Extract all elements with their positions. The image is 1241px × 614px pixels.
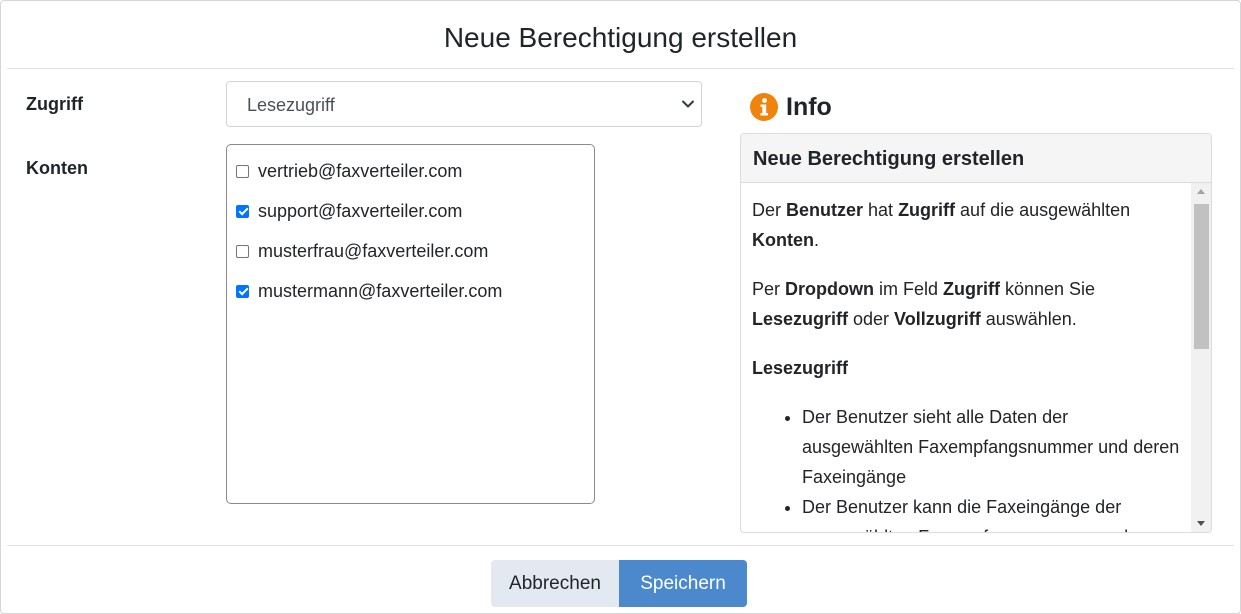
account-item[interactable]: musterfrau@faxverteiler.com xyxy=(236,239,488,263)
account-email: vertrieb@faxverteiler.com xyxy=(258,160,463,181)
konten-label: Konten xyxy=(26,158,88,178)
scroll-up-arrow-icon[interactable] xyxy=(1197,189,1205,194)
account-item[interactable]: vertrieb@faxverteiler.com xyxy=(236,159,462,183)
info-content: Der Benutzer hat Zugriff auf die ausgewä… xyxy=(752,195,1182,532)
zugriff-select-value: Lesezugriff xyxy=(247,95,335,115)
info-card-body[interactable]: Der Benutzer hat Zugriff auf die ausgewä… xyxy=(741,183,1191,532)
info-card: Neue Berechtigung erstellen Der Benutzer… xyxy=(740,133,1212,533)
info-card-title: Neue Berechtigung erstellen xyxy=(753,148,1025,170)
save-button[interactable]: Speichern xyxy=(619,560,747,607)
info-bullet-list: Der Benutzer sieht alle Daten der ausgew… xyxy=(752,402,1182,532)
konten-list[interactable]: vertrieb@faxverteiler.com support@faxver… xyxy=(226,144,595,504)
info-paragraph-2: Per Dropdown im Feld Zugriff können Sie … xyxy=(752,279,1096,329)
account-checkbox[interactable] xyxy=(236,284,249,298)
list-item: Der Benutzer kann die Faxeingänge der au… xyxy=(802,492,1182,532)
account-item[interactable]: mustermann@faxverteiler.com xyxy=(236,279,502,303)
list-item: Der Benutzer sieht alle Daten der ausgew… xyxy=(802,402,1182,492)
info-heading: Info xyxy=(750,91,832,123)
info-section-title: Lesezugriff xyxy=(752,358,849,378)
zugriff-select[interactable]: Lesezugriff xyxy=(226,81,702,127)
cancel-button[interactable]: Abbrechen xyxy=(491,560,619,607)
dialog-title: Neue Berechtigung erstellen xyxy=(443,22,798,53)
scrollbar-thumb[interactable] xyxy=(1194,204,1209,349)
info-icon xyxy=(750,93,778,121)
account-checkbox[interactable] xyxy=(236,244,249,258)
info-scrollbar[interactable] xyxy=(1191,183,1211,532)
chevron-down-icon xyxy=(682,100,694,108)
permission-dialog: Neue Berechtigung erstellen Zugriff Lese… xyxy=(0,0,1241,614)
account-checkbox[interactable] xyxy=(236,164,249,178)
zugriff-label: Zugriff xyxy=(26,94,83,114)
account-email: mustermann@faxverteiler.com xyxy=(258,280,503,301)
account-checkbox[interactable] xyxy=(236,204,249,218)
info-card-header: Neue Berechtigung erstellen xyxy=(741,134,1211,183)
info-title: Info xyxy=(786,92,832,121)
account-email: support@faxverteiler.com xyxy=(258,200,463,221)
account-item[interactable]: support@faxverteiler.com xyxy=(236,199,462,223)
info-paragraph-1: Der Benutzer hat Zugriff auf die ausgewä… xyxy=(752,200,1131,250)
footer-divider xyxy=(7,545,1234,546)
scroll-down-arrow-icon[interactable] xyxy=(1197,521,1205,526)
account-email: musterfrau@faxverteiler.com xyxy=(258,240,489,261)
header-divider xyxy=(7,68,1234,69)
